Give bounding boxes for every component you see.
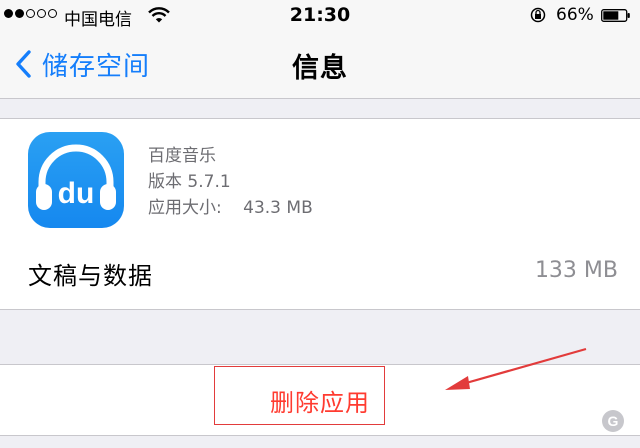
headphones-icon: du: [36, 144, 116, 210]
documents-data-size: 133 MB: [534, 258, 618, 283]
battery-icon: [601, 9, 630, 22]
rotation-lock-icon: [530, 7, 546, 23]
app-size-label: 应用大小:: [148, 198, 222, 218]
annotation-highlight-box: [214, 366, 385, 425]
navigation-bar: 储存空间 信息: [0, 30, 640, 99]
app-version: 版本 5.7.1: [148, 172, 231, 192]
app-details: 百度音乐 版本 5.7.1 应用大小: 43.3 MB: [148, 143, 313, 221]
page-title: 信息: [292, 53, 348, 84]
annotation-arrow-icon: [445, 347, 587, 390]
status-bar: 中国电信 21:30 66%: [0, 0, 640, 30]
app-size-row: 应用大小: 43.3 MB: [148, 195, 313, 221]
battery-percent: 66%: [556, 5, 594, 25]
watermark-logo: G: [602, 410, 624, 432]
app-size-value: 43.3 MB: [243, 198, 313, 218]
baidu-music-app-icon: du: [28, 132, 124, 228]
documents-data-row: 文稿与数据 133 MB: [0, 237, 640, 310]
app-name: 百度音乐: [148, 146, 216, 166]
app-icon-text: du: [58, 177, 95, 210]
documents-data-label: 文稿与数据: [28, 262, 153, 290]
app-info-cell: du 百度音乐 版本 5.7.1 应用大小: 43.3 MB: [0, 118, 640, 238]
